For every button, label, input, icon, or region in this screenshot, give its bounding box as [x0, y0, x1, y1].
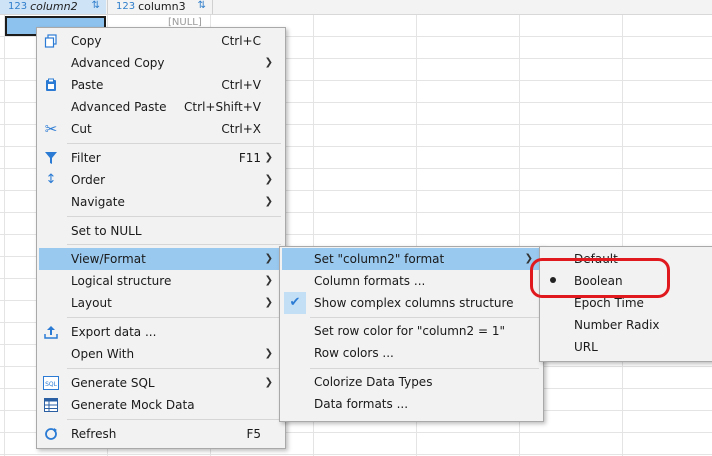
menu-item-label: Generate Mock Data [71, 398, 195, 412]
menu-item-label: Data formats ... [314, 397, 409, 411]
submenu-arrow-icon: ❯ [264, 152, 273, 163]
column-name: column2 [30, 0, 78, 13]
sort-icon: ↕ [45, 172, 57, 187]
sql-icon: SQL [43, 375, 59, 391]
menu-item-filter[interactable]: Filter F11 ❯ [39, 147, 281, 169]
column-name: column3 [138, 0, 186, 13]
menu-item-export-data[interactable]: Export data ... [39, 321, 281, 343]
submenu-arrow-icon: ❯ [264, 253, 273, 264]
menu-separator [67, 244, 281, 245]
submenu-item-show-complex-columns[interactable]: ✔ Show complex columns structure [282, 292, 541, 314]
menu-item-label: Cut [71, 122, 92, 136]
menu-item-label: Paste [71, 78, 104, 92]
menu-separator [67, 216, 281, 217]
sort-filter-icon[interactable]: ⇅ [198, 0, 206, 12]
menu-item-label: Set "column2" format [314, 252, 445, 266]
svg-text:SQL: SQL [45, 381, 58, 388]
submenu-arrow-icon: ❯ [264, 377, 273, 388]
menu-separator [67, 368, 281, 369]
export-icon [43, 324, 59, 340]
menu-separator [67, 317, 281, 318]
menu-item-label: Filter [71, 151, 101, 165]
submenu-arrow-icon: ❯ [264, 275, 273, 286]
submenu-item-set-format[interactable]: Set "column2" format ❯ [282, 248, 541, 270]
menu-item-open-with[interactable]: Open With ❯ [39, 343, 281, 365]
menu-item-label: Row colors ... [314, 346, 394, 360]
menu-item-label: Navigate [71, 195, 125, 209]
column-header-column3[interactable]: 123 column3 ⇅ [107, 0, 213, 14]
menu-item-generate-mock-data[interactable]: Generate Mock Data [39, 394, 281, 416]
menu-item-label: Export data ... [71, 325, 157, 339]
submenu-arrow-icon: ❯ [264, 348, 273, 359]
menu-item-view-format[interactable]: View/Format ❯ [39, 248, 281, 270]
menu-item-label: Show complex columns structure [314, 296, 514, 310]
menu-item-advanced-paste[interactable]: Advanced Paste Ctrl+Shift+V [39, 96, 281, 118]
menu-item-label: Advanced Copy [71, 56, 165, 70]
column-header-column2[interactable]: 123 column2 ⇅ [0, 0, 106, 14]
menu-item-label: Logical structure [71, 274, 172, 288]
menu-item-label: View/Format [71, 252, 146, 266]
menu-item-logical-structure[interactable]: Logical structure ❯ [39, 270, 281, 292]
view-format-submenu: Set "column2" format ❯ Column formats ..… [279, 246, 544, 422]
menu-item-label: Set row color for "column2 = 1" [314, 324, 506, 338]
menu-item-shortcut: F5 [246, 427, 261, 441]
menu-item-label: Order [71, 173, 106, 187]
submenu-item-row-colors[interactable]: Row colors ... [282, 342, 541, 364]
menu-item-shortcut: Ctrl+V [221, 78, 261, 92]
menu-item-paste[interactable]: Paste Ctrl+V [39, 74, 281, 96]
menu-item-label: Number Radix [574, 318, 660, 332]
number-type-icon: 123 [116, 1, 136, 12]
menu-separator [310, 368, 539, 369]
menu-item-label: URL [574, 340, 598, 354]
menu-item-label: Column formats ... [314, 274, 426, 288]
checkmark-icon: ✔ [284, 292, 306, 314]
menu-item-label: Set to NULL [71, 224, 142, 238]
menu-item-label: Copy [71, 34, 102, 48]
submenu-arrow-icon: ❯ [264, 297, 273, 308]
copy-icon [43, 33, 59, 49]
menu-item-generate-sql[interactable]: SQL Generate SQL ❯ [39, 372, 281, 394]
menu-item-label: Generate SQL [71, 376, 155, 390]
menu-item-order[interactable]: ↕ Order ❯ [39, 169, 281, 191]
menu-item-label: Refresh [71, 427, 117, 441]
paste-icon [43, 77, 59, 93]
submenu-item-column-formats[interactable]: Column formats ... [282, 270, 541, 292]
scissors-icon: ✂ [44, 120, 58, 138]
submenu-item-data-formats[interactable]: Data formats ... [282, 393, 541, 415]
grid-header: 123 column2 ⇅ 123 column3 ⇅ [0, 0, 712, 15]
menu-item-label: Layout [71, 296, 112, 310]
menu-separator [310, 317, 539, 318]
context-menu: Copy Ctrl+C Advanced Copy ❯ Paste Ctrl+V… [36, 27, 286, 449]
format-item-url[interactable]: URL [542, 336, 710, 358]
menu-item-label: Colorize Data Types [314, 375, 433, 389]
menu-item-copy[interactable]: Copy Ctrl+C [39, 30, 281, 52]
menu-item-navigate[interactable]: Navigate ❯ [39, 191, 281, 213]
submenu-item-set-row-color[interactable]: Set row color for "column2 = 1" [282, 320, 541, 342]
menu-item-shortcut: Ctrl+X [221, 122, 261, 136]
menu-item-layout[interactable]: Layout ❯ [39, 292, 281, 314]
format-item-number-radix[interactable]: Number Radix [542, 314, 710, 336]
menu-item-shortcut: F11 [238, 151, 261, 165]
menu-item-shortcut: Ctrl+C [221, 34, 261, 48]
menu-item-shortcut: Ctrl+Shift+V [184, 100, 261, 114]
menu-separator [67, 143, 281, 144]
menu-item-set-null[interactable]: Set to NULL [39, 220, 281, 242]
menu-item-cut[interactable]: ✂ Cut Ctrl+X [39, 118, 281, 140]
menu-item-advanced-copy[interactable]: Advanced Copy ❯ [39, 52, 281, 74]
sort-filter-icon[interactable]: ⇅ [92, 0, 100, 12]
submenu-arrow-icon: ❯ [264, 57, 273, 68]
menu-item-refresh[interactable]: Refresh F5 [39, 423, 281, 445]
refresh-icon [43, 426, 59, 442]
annotation-highlight-circle [530, 258, 670, 298]
table-icon [43, 397, 59, 413]
menu-item-label: Advanced Paste [71, 100, 167, 114]
submenu-item-colorize-data-types[interactable]: Colorize Data Types [282, 371, 541, 393]
menu-item-label: Open With [71, 347, 135, 361]
submenu-arrow-icon: ❯ [264, 196, 273, 207]
menu-separator [67, 419, 281, 420]
number-type-icon: 123 [8, 1, 28, 12]
submenu-arrow-icon: ❯ [264, 174, 273, 185]
filter-icon [43, 150, 59, 166]
